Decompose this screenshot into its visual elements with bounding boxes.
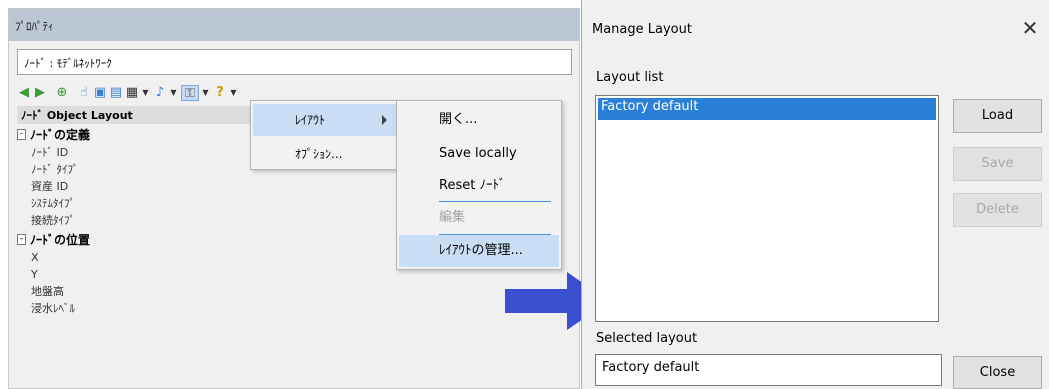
property-tree: - ﾉｰﾄﾞの定義 ﾉｰﾄﾞ ID ﾉｰﾄﾞ ﾀｲﾌﾟ 資産 ID ｼｽﾃﾑﾀｲ… bbox=[17, 124, 257, 317]
collapse-icon[interactable]: - bbox=[17, 233, 26, 245]
tree-item[interactable]: 浸水ﾚﾍﾞﾙ bbox=[17, 300, 257, 317]
menu-item-open[interactable]: 開く... bbox=[399, 104, 559, 136]
tree-group-label: ﾉｰﾄﾞの位置 bbox=[30, 232, 91, 247]
tree-item[interactable]: X bbox=[17, 249, 257, 266]
record-icon[interactable]: ▦ bbox=[125, 85, 139, 101]
tree-item[interactable]: 資産 ID bbox=[17, 178, 257, 195]
tree-item[interactable]: 地盤高 bbox=[17, 283, 257, 300]
close-button[interactable]: Close bbox=[953, 356, 1042, 389]
help-icon[interactable]: ? bbox=[213, 85, 227, 101]
column-header: ﾉｰﾄﾞ Object Layout bbox=[17, 106, 257, 124]
tool-icon[interactable]: ♪ bbox=[153, 85, 167, 101]
tree-item[interactable]: ﾉｰﾄﾞ ﾀｲﾌﾟ bbox=[17, 161, 257, 178]
tree-item[interactable]: 接続ﾀｲﾌﾟ bbox=[17, 212, 257, 229]
dialog-title: Manage Layout bbox=[592, 22, 692, 37]
tree-item[interactable]: Y bbox=[17, 266, 257, 283]
list-item[interactable]: Factory default bbox=[598, 98, 936, 120]
layout-key-icon[interactable]: ⚿ bbox=[181, 85, 199, 101]
property-panel-title: ﾌﾟﾛﾊﾟﾃｨ bbox=[9, 9, 579, 41]
pointer-icon[interactable]: ☝ bbox=[77, 85, 91, 101]
property-toolbar: ◀ ▶ ⊕ ☝ ▣ ▤ ▦ ▼ ♪ ▼ ⚿ ▼ ? ▼ bbox=[17, 81, 241, 105]
delete-button: Delete bbox=[953, 193, 1042, 227]
collapse-icon[interactable]: - bbox=[17, 128, 26, 140]
back-arrow-icon[interactable]: ◀ bbox=[17, 85, 31, 101]
chevron-down-icon[interactable]: ▼ bbox=[229, 86, 238, 100]
menu-item-options[interactable]: ｵﾌﾟｼｮﾝ... bbox=[253, 138, 397, 170]
tree-group-node-definition[interactable]: - ﾉｰﾄﾞの定義 bbox=[17, 124, 257, 144]
close-icon[interactable]: ✕ bbox=[1019, 18, 1041, 40]
chevron-down-icon[interactable]: ▼ bbox=[141, 86, 150, 100]
chevron-down-icon[interactable]: ▼ bbox=[201, 86, 210, 100]
menu-item-manage-layout[interactable]: ﾚｲｱｳﾄの管理... bbox=[399, 235, 559, 267]
menu-item-label: ﾚｲｱｳﾄ bbox=[295, 113, 326, 127]
selected-layout-input[interactable]: Factory default bbox=[595, 354, 942, 386]
table-icon[interactable]: ▤ bbox=[109, 85, 123, 101]
selected-layout-label: Selected layout bbox=[596, 331, 698, 346]
grid-icon[interactable]: ▣ bbox=[93, 85, 107, 101]
save-button: Save bbox=[953, 147, 1042, 181]
menu-item-save-locally[interactable]: Save locally bbox=[399, 138, 559, 170]
menu-item-edit: 編集 bbox=[439, 210, 466, 225]
layout-list-label: Layout list bbox=[596, 70, 664, 85]
layout-dropdown-menu: ﾚｲｱｳﾄ ｵﾌﾟｼｮﾝ... bbox=[250, 100, 398, 170]
load-button[interactable]: Load bbox=[953, 99, 1042, 133]
menu-item-layout[interactable]: ﾚｲｱｳﾄ bbox=[253, 104, 397, 136]
tree-item[interactable]: ﾉｰﾄﾞ ID bbox=[17, 144, 257, 161]
menu-item-reset[interactable]: Reset ﾉｰﾄﾞ bbox=[399, 170, 559, 202]
chevron-right-icon bbox=[382, 115, 387, 125]
tree-item[interactable]: ｼｽﾃﾑﾀｲﾌﾟ bbox=[17, 195, 257, 212]
node-name-field[interactable]: ﾉｰﾄﾞ : ﾓﾃﾞﾙﾈｯﾄﾜｰｸ bbox=[17, 49, 572, 75]
forward-arrow-icon[interactable]: ▶ bbox=[33, 85, 47, 101]
tree-group-label: ﾉｰﾄﾞの定義 bbox=[30, 127, 91, 142]
add-node-icon[interactable]: ⊕ bbox=[55, 85, 69, 101]
layout-list[interactable]: Factory default bbox=[595, 95, 939, 322]
chevron-down-icon[interactable]: ▼ bbox=[169, 86, 178, 100]
layout-submenu: 開く... Save locally Reset ﾉｰﾄﾞ 編集 ﾚｲｱｳﾄの管… bbox=[396, 100, 562, 270]
tree-group-node-position[interactable]: - ﾉｰﾄﾞの位置 bbox=[17, 229, 257, 249]
manage-layout-dialog: Manage Layout ✕ Layout list Factory defa… bbox=[581, 0, 1049, 389]
